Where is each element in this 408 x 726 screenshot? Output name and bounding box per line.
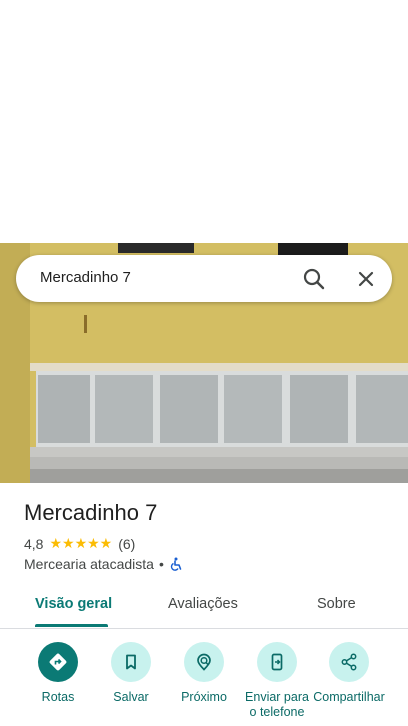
search-bar[interactable]: Mercadinho 7 <box>16 255 392 302</box>
share-button[interactable]: Compartilhar <box>312 640 386 705</box>
directions-icon <box>38 642 78 682</box>
category-row: Mercearia atacadista • <box>24 556 183 572</box>
nearby-button[interactable]: Próximo <box>167 640 241 705</box>
send-to-phone-label: Enviar para o telefone <box>245 690 309 719</box>
search-input[interactable]: Mercadinho 7 <box>40 269 131 286</box>
active-tab-indicator <box>35 624 108 627</box>
star-rating-icon: ★★★★★ <box>49 536 113 552</box>
rating-value: 4,8 <box>24 536 44 552</box>
tab-bar: Visão geral Avaliações Sobre <box>0 586 408 629</box>
map-blank-area <box>0 0 408 243</box>
send-to-phone-icon <box>257 642 297 682</box>
directions-button[interactable]: Rotas <box>21 640 95 705</box>
action-bar: Rotas Salvar Próximo Enviar para o telef… <box>0 640 408 726</box>
share-icon <box>329 642 369 682</box>
nearby-label: Próximo <box>181 690 227 704</box>
send-to-phone-button[interactable]: Enviar para o telefone <box>240 640 314 720</box>
save-label: Salvar <box>113 690 149 704</box>
tab-reviews[interactable]: Avaliações <box>168 596 238 612</box>
place-category: Mercearia atacadista <box>24 556 154 572</box>
save-button[interactable]: Salvar <box>94 640 168 705</box>
share-label: Compartilhar <box>313 690 385 704</box>
bookmark-icon <box>111 642 151 682</box>
search-icon[interactable] <box>300 265 328 293</box>
wheelchair-accessible-icon <box>169 557 183 571</box>
tab-about[interactable]: Sobre <box>317 596 356 612</box>
tab-overview[interactable]: Visão geral <box>35 596 112 612</box>
separator: • <box>158 556 164 572</box>
review-count[interactable]: (6) <box>118 536 135 552</box>
place-title: Mercadinho 7 <box>24 500 158 525</box>
directions-label: Rotas <box>41 690 75 704</box>
rating-row[interactable]: 4,8 ★★★★★ (6) <box>24 536 135 552</box>
nearby-icon <box>184 642 224 682</box>
close-icon[interactable] <box>352 265 380 293</box>
